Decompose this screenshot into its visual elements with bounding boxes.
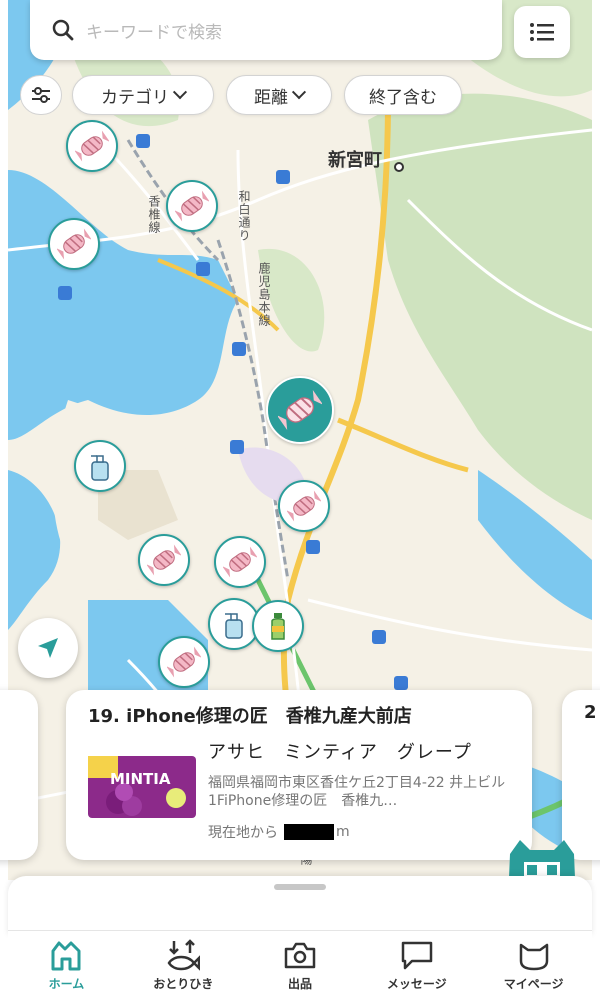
station-icon (306, 540, 320, 554)
tab-listing[interactable]: 出品 (242, 931, 359, 1000)
map-pin-candy[interactable] (214, 536, 266, 600)
map-pin-candy[interactable] (158, 636, 210, 700)
candy-icon (287, 490, 321, 522)
camera-icon (284, 942, 316, 969)
product-name: アサヒ ミンティア グレープ (208, 742, 472, 763)
list-view-button[interactable] (514, 6, 570, 58)
map-pin-candy[interactable] (48, 218, 100, 282)
station-icon (136, 134, 150, 148)
distance-filter-chip[interactable]: 距離 (226, 75, 332, 115)
soap-dispenser-icon (225, 613, 243, 639)
tab-label: メッセージ (386, 977, 447, 991)
svg-text:MINTIA: MINTIA (110, 770, 171, 788)
next-card-number: 2 (584, 702, 597, 723)
location-arrow-icon (38, 638, 58, 658)
map-pin-candy[interactable] (278, 480, 330, 544)
candy-icon (147, 544, 181, 576)
station-icon (196, 262, 210, 276)
search-icon (52, 19, 74, 41)
distance-unit: m (336, 824, 350, 840)
station-icon (230, 440, 244, 454)
map-pin-soap[interactable] (74, 440, 126, 504)
place-dot (394, 162, 404, 172)
home-icon (51, 941, 81, 971)
candy-icon (278, 389, 322, 431)
tab-home[interactable]: ホーム (8, 931, 125, 1000)
station-icon (232, 342, 246, 356)
candy-icon (75, 130, 109, 162)
map-pin-candy[interactable] (66, 120, 118, 184)
map-pin-candy[interactable] (138, 534, 190, 598)
list-icon (530, 23, 554, 41)
exchange-icon (167, 939, 201, 971)
tab-label: ホーム (48, 977, 85, 991)
station-icon (58, 286, 72, 300)
candy-icon (167, 646, 201, 678)
candy-icon (57, 228, 91, 260)
tab-mypage[interactable]: マイページ (475, 931, 592, 1000)
candy-icon (175, 190, 209, 222)
bottom-sheet[interactable] (8, 876, 592, 936)
distance-prefix: 現在地から (208, 825, 278, 841)
tab-bar: ホーム おとりひき 出品 メッセージ マイページ (8, 930, 592, 1000)
shop-address: 福岡県福岡市東区香住ケ丘2丁目4-22 井上ビル1FiPhone修理の匠 香椎九… (208, 775, 506, 809)
sheet-handle[interactable] (274, 884, 326, 890)
include-ended-chip[interactable]: 終了含む (344, 75, 462, 115)
chip-label: 終了含む (369, 87, 437, 108)
tab-messages[interactable]: メッセージ (358, 931, 475, 1000)
station-icon (372, 630, 386, 644)
candy-icon (223, 546, 257, 578)
soap-dispenser-icon (91, 455, 109, 481)
shop-card[interactable]: 19. iPhone修理の匠 香椎九産大前店 MINTIA アサヒ ミンティア … (66, 690, 532, 860)
search-bar[interactable]: キーワードで検索 (30, 0, 502, 60)
current-location-button[interactable] (18, 618, 78, 678)
map-pin-candy[interactable] (166, 180, 218, 244)
cat-icon (519, 943, 548, 971)
bottle-icon (271, 613, 285, 640)
tab-label: 出品 (287, 977, 312, 991)
map-pin-candy-selected[interactable] (266, 376, 334, 454)
shop-title: 19. iPhone修理の匠 香椎九産大前店 (88, 706, 412, 727)
distance-row: 現在地から m (208, 822, 514, 842)
category-filter-chip[interactable]: カテゴリ (72, 75, 214, 115)
chip-label: カテゴリ (101, 87, 169, 108)
station-icon (394, 676, 408, 690)
shop-card-next[interactable]: 2 (562, 690, 600, 860)
rail-line-label: 鹿児島本線 (257, 262, 271, 327)
product-image: MINTIA (88, 750, 196, 824)
chevron-down-icon (291, 85, 307, 100)
chip-label: 距離 (254, 87, 288, 108)
shop-card-previous[interactable] (0, 690, 38, 860)
tab-label: おとりひき (153, 977, 214, 991)
map-pin-bottle[interactable] (252, 600, 304, 664)
redacted-distance (284, 824, 334, 840)
tab-label: マイページ (503, 977, 564, 991)
map-place-label: 新宮町 (328, 150, 382, 171)
station-icon (276, 170, 290, 184)
search-placeholder: キーワードで検索 (86, 22, 222, 43)
sliders-icon (32, 87, 50, 103)
message-icon (401, 941, 433, 970)
road-label: 和白通り (237, 190, 251, 242)
chevron-down-icon (172, 85, 188, 100)
tab-exchange[interactable]: おとりひき (125, 931, 242, 1000)
filter-settings-button[interactable] (20, 75, 62, 115)
rail-line-label: 香椎線 (147, 195, 161, 234)
